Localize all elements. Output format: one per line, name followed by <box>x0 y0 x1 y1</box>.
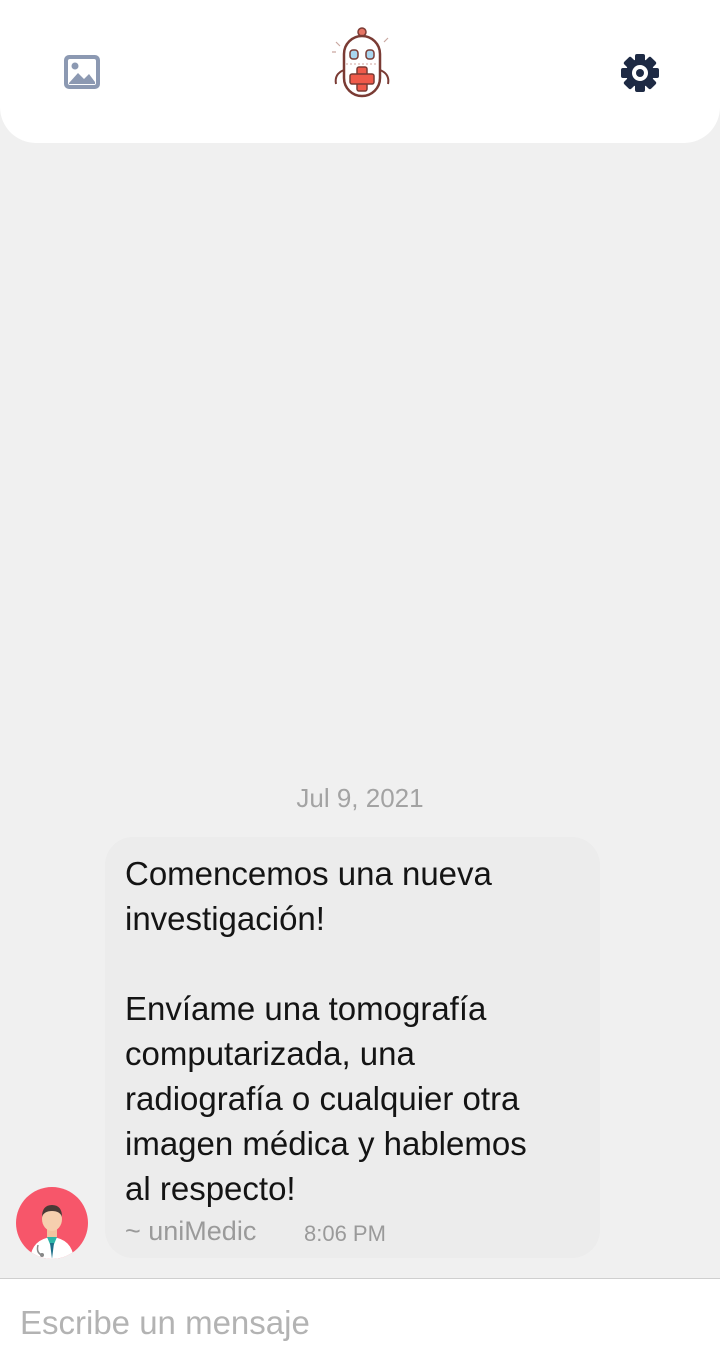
chat-app: Jul 9, 2021 Comencemos una nueva investi… <box>0 0 720 1368</box>
message-meta: ~ uniMedic 8:06 PM <box>125 1216 585 1252</box>
message-text: Comencemos una nueva investigación! Enví… <box>125 855 527 1207</box>
settings-button[interactable] <box>616 49 664 97</box>
image-icon <box>64 55 100 89</box>
composer-bar <box>0 1278 720 1368</box>
gear-icon <box>621 54 659 92</box>
message-bubble: Comencemos una nueva investigación! Enví… <box>105 837 600 1258</box>
top-bar <box>0 0 720 143</box>
message-sender: ~ uniMedic <box>125 1216 257 1246</box>
message-input[interactable] <box>20 1299 700 1347</box>
gallery-button[interactable] <box>60 52 104 92</box>
doctor-avatar-icon[interactable] <box>16 1187 88 1259</box>
date-separator: Jul 9, 2021 <box>296 783 424 813</box>
message-time: 8:06 PM <box>304 1221 386 1246</box>
robot-doctor-logo <box>324 24 400 100</box>
